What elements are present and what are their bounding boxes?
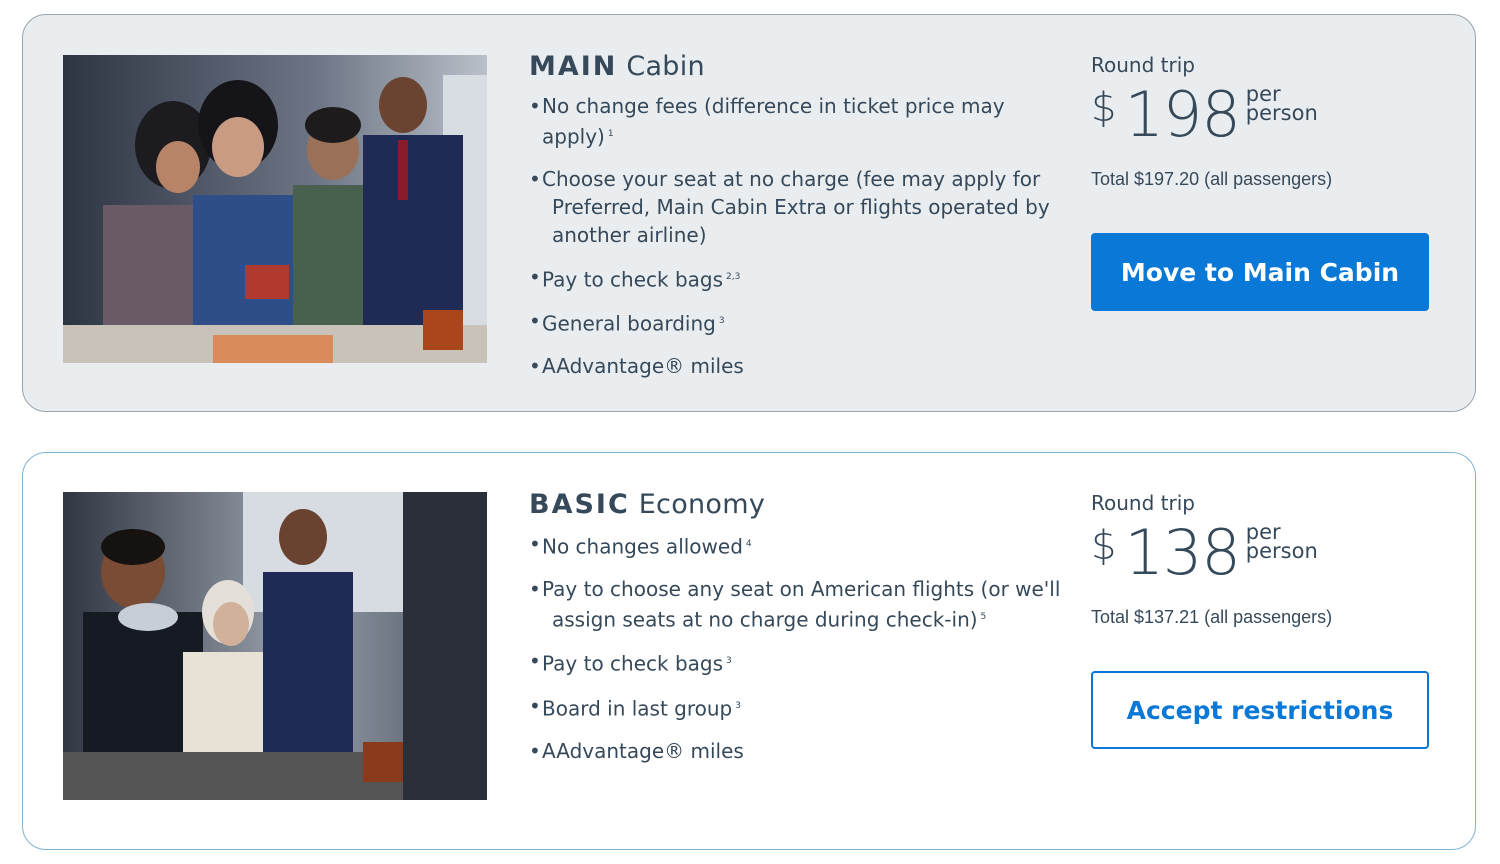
basic-economy-features: No changes allowed4 Pay to choose any se… [529, 530, 1069, 765]
round-trip-label: Round trip [1091, 53, 1195, 77]
feature-item: Choose your seat at no charge (fee may a… [529, 165, 1069, 249]
feature-item: Board in last group3 [529, 692, 1069, 723]
total-price: Total $197.20 (all passengers) [1091, 169, 1333, 189]
main-cabin-details: MAIN Cabin No change fees (difference in… [529, 51, 1069, 394]
accept-restrictions-button[interactable]: Accept restrictions [1091, 671, 1429, 749]
price-display: $ 198 per person [1091, 81, 1431, 153]
feature-item: No changes allowed4 [529, 530, 1069, 561]
main-cabin-title-strong: MAIN [529, 51, 618, 82]
main-cabin-photo [63, 55, 487, 363]
feature-item: AAdvantage® miles [529, 737, 1069, 765]
currency-symbol: $ [1091, 85, 1117, 131]
feature-item: AAdvantage® miles [529, 352, 1069, 380]
move-to-main-cabin-button[interactable]: Move to Main Cabin [1091, 233, 1429, 311]
basic-economy-title-strong: BASIC [529, 489, 630, 520]
currency-symbol: $ [1091, 523, 1117, 569]
price-amount: 198 [1124, 78, 1240, 151]
main-cabin-title: MAIN Cabin [529, 51, 1069, 82]
feature-item: General boarding3 [529, 307, 1069, 338]
feature-item: Pay to choose any seat on American fligh… [529, 575, 1069, 634]
basic-economy-card: BASIC Economy No changes allowed4 Pay to… [22, 452, 1476, 850]
main-cabin-title-light: Cabin [626, 51, 705, 82]
per-person-label: per person [1245, 520, 1318, 563]
basic-economy-photo [63, 492, 487, 800]
basic-economy-title-light: Economy [638, 489, 766, 520]
basic-economy-details: BASIC Economy No changes allowed4 Pay to… [529, 489, 1069, 779]
feature-item: Pay to check bags2,3 [529, 263, 1069, 294]
total-price: Total $137.21 (all passengers) [1091, 607, 1333, 627]
feature-item: Pay to check bags3 [529, 647, 1069, 678]
price-amount: 138 [1124, 516, 1240, 589]
price-display: $ 138 per person [1091, 519, 1431, 591]
per-person-label: per person [1245, 82, 1318, 125]
round-trip-label: Round trip [1091, 491, 1195, 515]
feature-item: No change fees (difference in ticket pri… [529, 92, 1069, 151]
main-cabin-price: Round trip $ 198 per person Total $197.20… [1091, 53, 1431, 311]
basic-economy-title: BASIC Economy [529, 489, 1069, 520]
main-cabin-card: MAIN Cabin No change fees (difference in… [22, 14, 1476, 412]
main-cabin-features: No change fees (difference in ticket pri… [529, 92, 1069, 380]
basic-economy-price: Round trip $ 138 per person Total $137.21… [1091, 491, 1431, 749]
